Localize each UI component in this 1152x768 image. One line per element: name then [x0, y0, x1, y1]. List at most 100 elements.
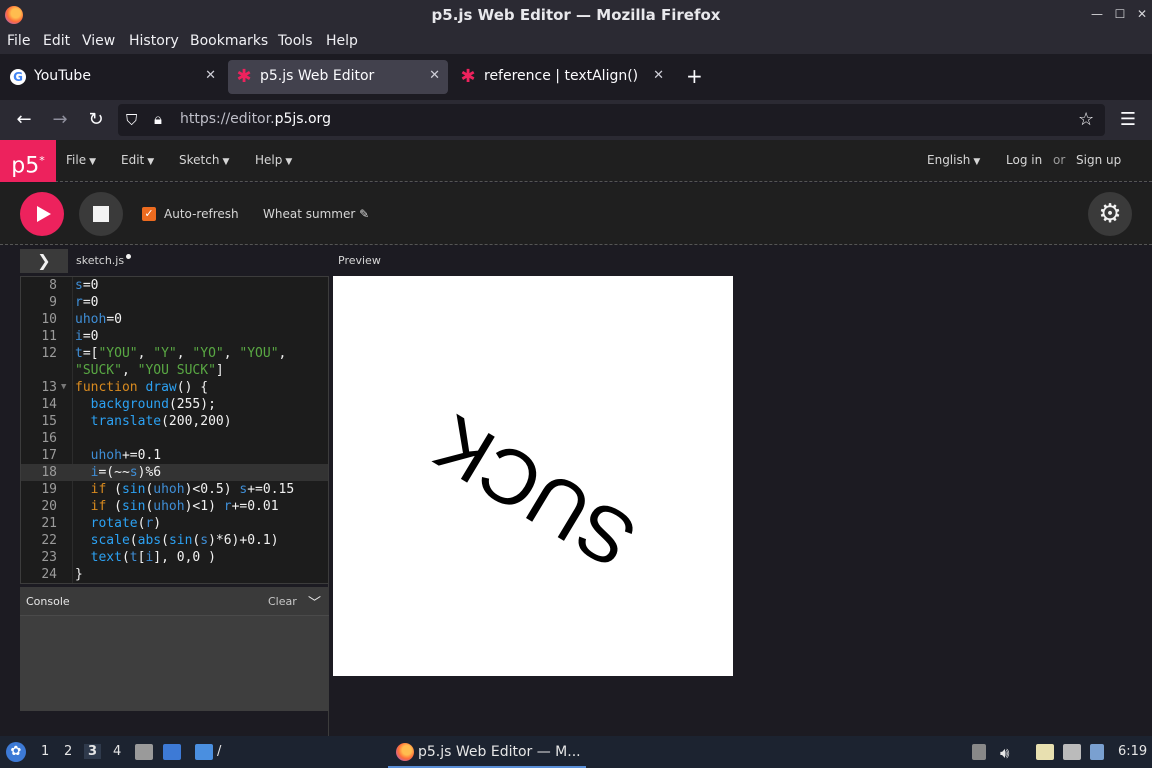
code-line[interactable]: 18 i=(~~s)%6 — [21, 464, 328, 481]
code-line[interactable]: 14 background(255); — [21, 396, 328, 413]
back-arrow-icon[interactable]: ← — [12, 108, 36, 132]
minimize-button[interactable]: — — [1088, 5, 1106, 23]
tray-device-icon[interactable] — [972, 744, 986, 760]
code-text: "SUCK", "YOU SUCK"] — [75, 363, 224, 378]
bookmark-star-icon[interactable]: ☆ — [1078, 109, 1094, 130]
close-window-button[interactable]: ✕ — [1133, 5, 1151, 23]
code-line[interactable]: 17 uhoh+=0.1 — [21, 447, 328, 464]
close-tab-icon[interactable]: ✕ — [205, 68, 216, 83]
close-tab-icon[interactable]: ✕ — [429, 68, 440, 83]
caret-down-icon: ▼ — [973, 157, 981, 167]
new-tab-button[interactable]: + — [686, 64, 703, 88]
tab-p5js-editor[interactable]: ✱ p5.js Web Editor ✕ — [228, 60, 448, 94]
url-bar[interactable]: ⛉ 🔒︎ https://editor.p5js.org ☆ — [118, 104, 1105, 136]
sidebar-toggle-chevron-icon[interactable]: ❯ — [20, 249, 68, 273]
sketch-name[interactable]: Wheat summer ✎ — [263, 207, 369, 221]
tab-label: YouTube — [34, 68, 91, 84]
p5-menu-sketch[interactable]: Sketch ▼ — [179, 153, 229, 167]
code-line[interactable]: 9 r=0 — [21, 294, 328, 311]
menu-help[interactable]: Help — [326, 33, 358, 49]
start-menu-icon[interactable]: ✿ — [6, 742, 26, 762]
file-manager-icon[interactable] — [135, 744, 153, 760]
code-line[interactable]: 11 i=0 — [21, 328, 328, 345]
menu-file[interactable]: File — [7, 33, 30, 49]
code-line[interactable]: 10 uhoh=0 — [21, 311, 328, 328]
workspace-1[interactable]: 1 — [41, 744, 49, 759]
code-line[interactable]: "SUCK", "YOU SUCK"] — [21, 362, 328, 379]
login-link[interactable]: Log in — [1006, 153, 1042, 167]
code-editor[interactable]: 8 s=0 9 r=0 10 uhoh=0 11 i=0 12 t=["YOU", "Y", "Y… — [20, 276, 329, 584]
menu-tools[interactable]: Tools — [278, 33, 313, 49]
code-text: r=0 — [75, 295, 99, 310]
code-line[interactable]: 24} — [21, 566, 328, 583]
notification-icon[interactable] — [1090, 744, 1104, 760]
or-text: or — [1053, 153, 1066, 167]
hamburger-menu-icon[interactable]: ☰ — [1116, 108, 1140, 132]
language-select[interactable]: English ▼ — [927, 153, 980, 167]
code-line[interactable]: 22 scale(abs(sin(s)*6)+0.1) — [21, 532, 328, 549]
code-text: translate(200,200) — [90, 414, 232, 429]
line-number: 21 — [41, 516, 57, 531]
code-line[interactable]: 19 if (sin(uhoh)<0.5) s+=0.15 — [21, 481, 328, 498]
file-tab-sketch[interactable]: sketch.js — [76, 254, 132, 267]
network-icon[interactable] — [1063, 744, 1081, 760]
workspace-3[interactable]: 3 — [84, 744, 102, 759]
line-number: 12 — [41, 346, 57, 361]
play-button[interactable] — [20, 192, 64, 236]
code-line[interactable]: 8 s=0 — [21, 277, 328, 294]
workspace-4[interactable]: 4 — [113, 744, 121, 759]
auto-refresh-checkbox[interactable]: ✓ — [142, 207, 156, 221]
chevron-down-icon[interactable]: ﹀ — [308, 592, 321, 611]
code-line[interactable]: 23 text(t[i], 0,0 ) — [21, 549, 328, 566]
lock-icon[interactable]: 🔒︎ — [154, 110, 162, 128]
clipboard-icon[interactable] — [1036, 744, 1054, 760]
p5-menu-edit[interactable]: Edit ▼ — [121, 153, 154, 167]
settings-gear-icon[interactable]: ⚙ — [1088, 192, 1132, 236]
play-icon — [37, 206, 51, 222]
folder-icon[interactable] — [195, 744, 213, 760]
code-line[interactable]: 12 t=["YOU", "Y", "YO", "YOU", — [21, 345, 328, 362]
code-line[interactable]: 13 ▼ function draw() { — [21, 379, 328, 396]
code-text: uhoh=0 — [75, 312, 122, 327]
p5-menu-help[interactable]: Help ▼ — [255, 153, 292, 167]
desktop-taskbar: ✿ 1 2 3 4 / p5.js Web Editor — M... 🔊︎ 6… — [0, 736, 1152, 768]
reload-icon[interactable]: ↻ — [84, 108, 108, 132]
preview-canvas[interactable]: SUCK — [333, 276, 733, 676]
tab-youtube[interactable]: G YouTube ✕ — [2, 60, 224, 94]
code-line[interactable]: 20 if (sin(uhoh)<1) r+=0.01 — [21, 498, 328, 515]
line-number: 17 — [41, 448, 57, 463]
stop-button[interactable] — [79, 192, 123, 236]
close-tab-icon[interactable]: ✕ — [653, 68, 664, 83]
window-title: p5.js Web Editor — Mozilla Firefox — [431, 6, 721, 24]
p5-logo[interactable]: p5* — [0, 140, 56, 182]
code-line[interactable]: 21 rotate(r) — [21, 515, 328, 532]
line-number: 9 — [49, 295, 57, 310]
line-number: 10 — [41, 312, 57, 327]
menu-bookmarks[interactable]: Bookmarks — [190, 33, 268, 49]
code-line[interactable]: 15 translate(200,200) — [21, 413, 328, 430]
signup-link[interactable]: Sign up — [1076, 153, 1121, 167]
tab-reference[interactable]: ✱ reference | textAlign() ✕ — [452, 60, 672, 94]
url-text[interactable]: https://editor.p5js.org — [180, 111, 331, 127]
console-body[interactable] — [20, 615, 329, 711]
code-text: if (sin(uhoh)<1) r+=0.01 — [90, 499, 279, 514]
console-clear-button[interactable]: Clear — [268, 595, 297, 608]
volume-icon[interactable]: 🔊︎ — [1000, 744, 1009, 762]
fold-caret-icon[interactable]: ▼ — [61, 379, 66, 396]
menu-edit[interactable]: Edit — [43, 33, 70, 49]
code-line[interactable]: 16 — [21, 430, 328, 447]
shield-icon[interactable]: ⛉ — [126, 111, 137, 129]
menu-view[interactable]: View — [82, 33, 115, 49]
menu-history[interactable]: History — [129, 33, 179, 49]
taskbar-window-firefox[interactable]: p5.js Web Editor — M... — [388, 736, 586, 768]
line-number: 19 — [41, 482, 57, 497]
forward-arrow-icon[interactable]: → — [48, 108, 72, 132]
code-text: function draw() { — [75, 380, 209, 395]
tab-label: p5.js Web Editor — [260, 68, 375, 84]
caret-down-icon: ▼ — [147, 157, 155, 167]
tab-label: reference | textAlign() — [484, 68, 639, 84]
maximize-button[interactable]: ☐ — [1111, 5, 1129, 23]
workspace-2[interactable]: 2 — [64, 744, 72, 759]
desktop-icon[interactable] — [163, 744, 181, 760]
p5-menu-file[interactable]: File ▼ — [66, 153, 96, 167]
